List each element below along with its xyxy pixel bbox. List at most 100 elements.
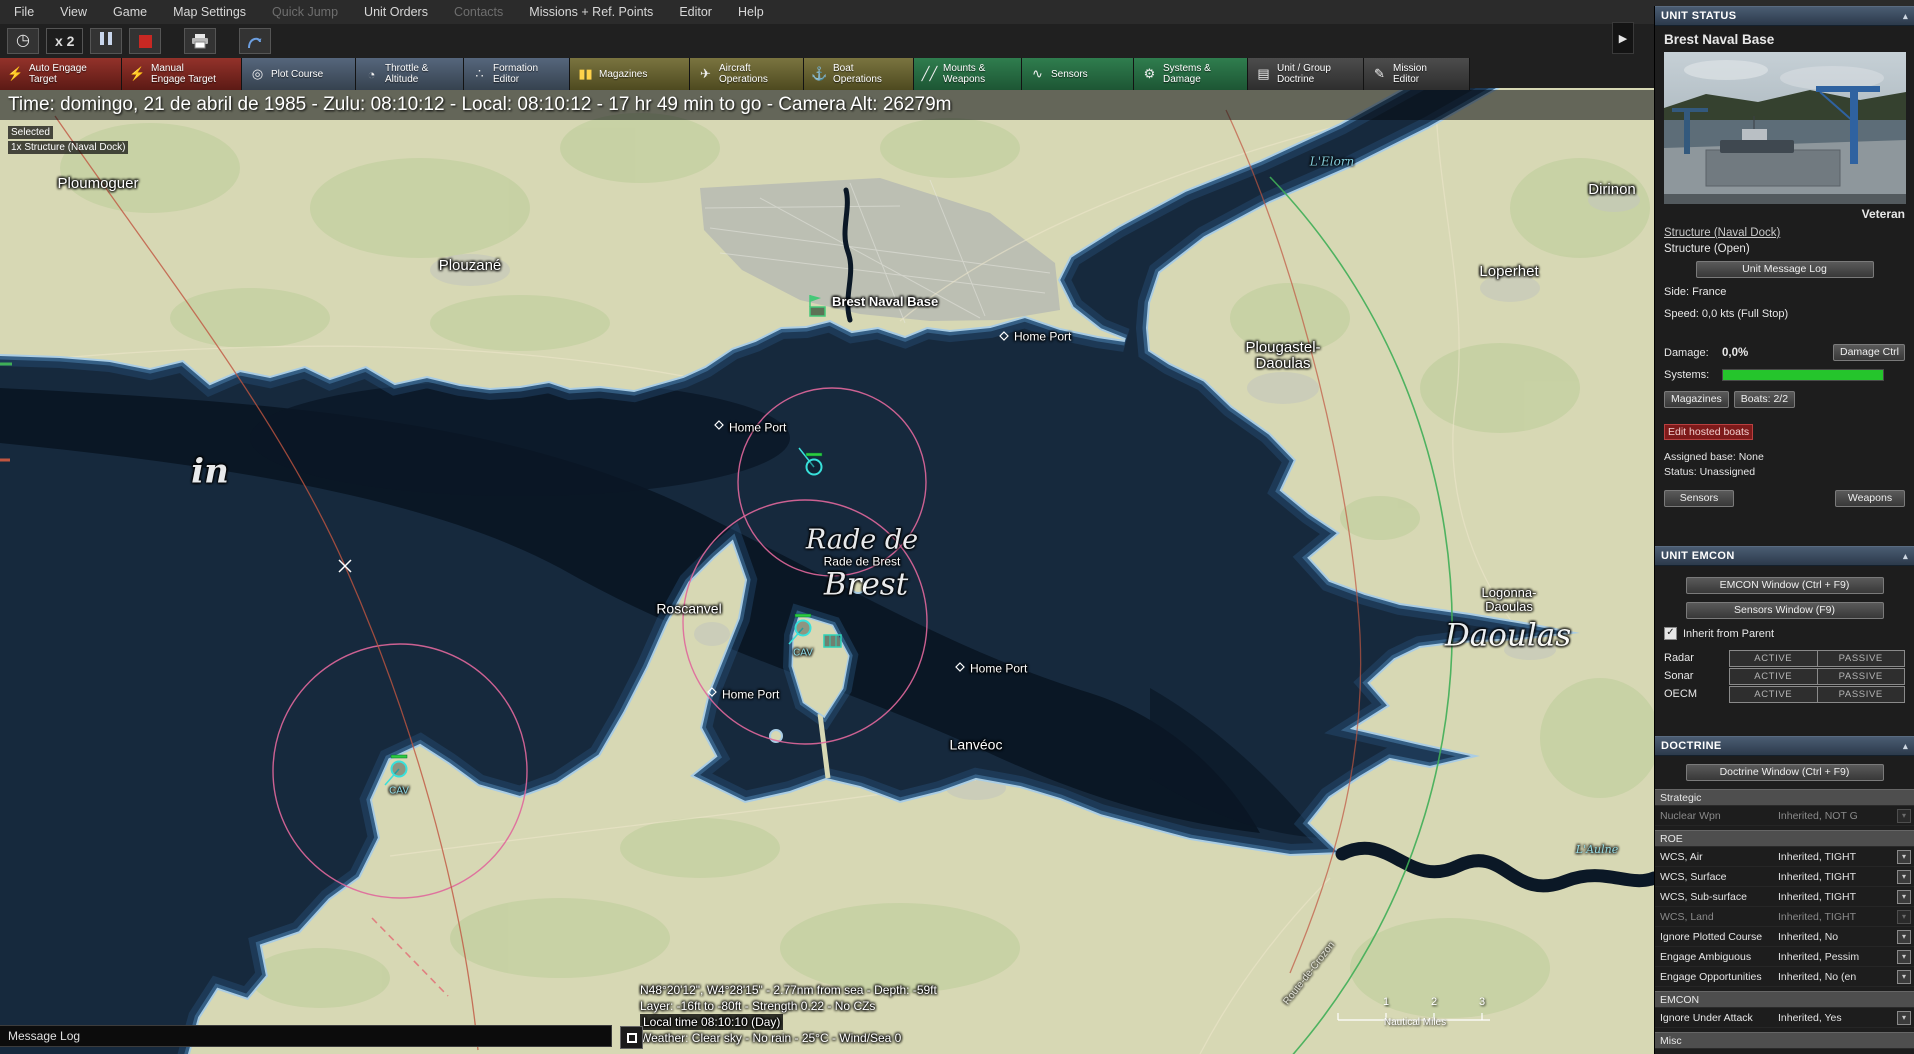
curved-arrow-icon <box>246 33 264 49</box>
unit-type-link[interactable]: Structure (Naval Dock) <box>1664 227 1780 239</box>
magazines-button[interactable]: ▮▮ Magazines <box>570 58 690 90</box>
dropdown-arrow-icon[interactable]: ▾ <box>1897 970 1911 984</box>
pause-button[interactable] <box>90 28 122 54</box>
collapse-chevron-icon[interactable]: ▴ <box>1903 11 1908 22</box>
menu-help[interactable]: Help <box>738 5 764 19</box>
doctrine-row-wcs-land: WCS, Land Inherited, TIGHT ▾ <box>1655 907 1914 927</box>
damage-value: 0,0% <box>1722 347 1748 359</box>
systems-health-bar <box>1722 369 1884 381</box>
radar-waves-icon: ∿ <box>1028 66 1047 82</box>
boats-button[interactable]: Boats: 2/2 <box>1734 391 1795 408</box>
doctrine-row-ignore-plotted-course: Ignore Plotted Course Inherited, No ▾ <box>1655 927 1914 947</box>
game-clock-button[interactable]: ◷ <box>7 28 39 54</box>
damage-ctrl-button[interactable]: Damage Ctrl <box>1833 344 1905 361</box>
print-button[interactable] <box>184 28 216 54</box>
unit-message-log-button[interactable]: Unit Message Log <box>1696 261 1874 278</box>
menu-view[interactable]: View <box>60 5 87 19</box>
dropdown-arrow-icon[interactable]: ▾ <box>1897 950 1911 964</box>
dropdown-arrow-icon[interactable]: ▾ <box>1897 870 1911 884</box>
manual-engage-target-button[interactable]: ⚡ ManualEngage Target <box>122 58 242 90</box>
gear-icon: ⚙ <box>1140 66 1159 82</box>
pause-icon <box>98 32 114 50</box>
naval-facility-icon[interactable] <box>824 635 841 647</box>
oecm-passive-button[interactable]: PASSIVE <box>1817 686 1906 703</box>
doctrine-section-strategic: Strategic <box>1655 789 1914 806</box>
inherit-from-parent-checkbox[interactable]: ✓ <box>1664 627 1677 640</box>
assignment-status: Status: Unassigned <box>1664 465 1905 480</box>
lightning-icon: ⚡ <box>6 66 25 82</box>
unit-group-doctrine-button[interactable]: ▤ Unit / GroupDoctrine <box>1248 58 1364 90</box>
edit-hosted-boats-link[interactable]: Edit hosted boats <box>1664 424 1753 440</box>
lightning-icon: ⚡ <box>128 66 147 82</box>
panel-expand-arrow-button[interactable]: ▶ <box>1612 22 1634 54</box>
sensors-button[interactable]: ∿ Sensors <box>1022 58 1134 90</box>
unit-status-header[interactable]: UNIT STATUS ▴ <box>1655 6 1914 26</box>
unit-speed: Speed: 0,0 kts (Full Stop) <box>1664 308 1905 320</box>
document-icon: ▤ <box>1254 66 1273 82</box>
menu-contacts: Contacts <box>454 5 503 19</box>
jump-to-button[interactable] <box>239 28 271 54</box>
menu-unit-orders[interactable]: Unit Orders <box>364 5 428 19</box>
weapons-panel-button[interactable]: Weapons <box>1835 490 1905 507</box>
throttle-altitude-button[interactable]: ◔ Throttle &Altitude <box>356 58 464 90</box>
menu-missions-ref-points[interactable]: Missions + Ref. Points <box>529 5 653 19</box>
command-app-window: File View Game Map Settings Quick Jump U… <box>0 0 1914 1054</box>
unit-emcon-header[interactable]: UNIT EMCON ▴ <box>1655 546 1914 566</box>
systems-label: Systems: <box>1664 369 1722 381</box>
collapse-chevron-icon[interactable]: ▴ <box>1903 551 1908 562</box>
aircraft-icon: ✈ <box>696 66 715 82</box>
doctrine-body: Doctrine Window (Ctrl + F9) Strategic Nu… <box>1655 756 1914 1049</box>
cursor-status-block: N48°20'12", W4°28'15" - 2.77nm from sea … <box>640 982 937 1046</box>
emcon-window-button[interactable]: EMCON Window (Ctrl + F9) <box>1686 577 1884 594</box>
magazines-panel-button[interactable]: Magazines <box>1664 391 1729 408</box>
layer-readout: Layer: -16ft to -80ft - Strength 0.22 - … <box>640 998 937 1014</box>
sensors-window-button[interactable]: Sensors Window (F9) <box>1686 602 1884 619</box>
menu-editor[interactable]: Editor <box>679 5 712 19</box>
gauge-icon: ◔ <box>362 67 381 82</box>
doctrine-header[interactable]: DOCTRINE ▴ <box>1655 736 1914 756</box>
anchor-icon: ⚓ <box>810 66 829 82</box>
collapse-chevron-icon[interactable]: ▴ <box>1903 741 1908 752</box>
doctrine-section-emcon: EMCON <box>1655 991 1914 1008</box>
stop-icon <box>139 35 152 48</box>
dropdown-arrow-icon[interactable]: ▾ <box>1897 890 1911 904</box>
formation-editor-button[interactable]: ∴ FormationEditor <box>464 58 570 90</box>
mission-editor-button[interactable]: ✎ MissionEditor <box>1364 58 1470 90</box>
dropdown-arrow-icon[interactable]: ▾ <box>1897 930 1911 944</box>
message-log-bar[interactable]: Message Log <box>0 1025 612 1047</box>
popout-window-icon <box>627 1033 637 1043</box>
sensors-panel-button[interactable]: Sensors <box>1664 490 1734 507</box>
sonar-active-button[interactable]: ACTIVE <box>1729 668 1818 685</box>
menu-map-settings[interactable]: Map Settings <box>173 5 246 19</box>
position-readout: N48°20'12", W4°28'15" - 2.77nm from sea … <box>640 982 937 998</box>
radar-passive-button[interactable]: PASSIVE <box>1817 650 1906 667</box>
sonar-passive-button[interactable]: PASSIVE <box>1817 668 1906 685</box>
weather-readout: Weather: Clear sky - No rain - 25°C - Wi… <box>640 1030 937 1046</box>
stop-button[interactable] <box>129 28 161 54</box>
aircraft-operations-button[interactable]: ✈ AircraftOperations <box>690 58 804 90</box>
menu-game[interactable]: Game <box>113 5 147 19</box>
mounts-weapons-button[interactable]: ╱╱ Mounts &Weapons <box>914 58 1022 90</box>
radar-active-button[interactable]: ACTIVE <box>1729 650 1818 667</box>
unit-emcon-header-label: UNIT EMCON <box>1661 550 1735 562</box>
dropdown-arrow-icon: ▾ <box>1897 809 1911 823</box>
inherit-from-parent-label: Inherit from Parent <box>1683 628 1774 640</box>
unit-status-body: Brest Naval Base <box>1655 26 1914 546</box>
oecm-active-button[interactable]: ACTIVE <box>1729 686 1818 703</box>
tactical-map[interactable]: Time: domingo, 21 de abril de 1985 - Zul… <box>0 88 1654 1054</box>
time-compression-button[interactable]: x 2 <box>46 28 83 54</box>
systems-damage-button[interactable]: ⚙ Systems &Damage <box>1134 58 1248 90</box>
menu-bar: File View Game Map Settings Quick Jump U… <box>0 0 1914 24</box>
doctrine-row-wcs-surface: WCS, Surface Inherited, TIGHT ▾ <box>1655 867 1914 887</box>
plot-course-button[interactable]: ◎ Plot Course <box>242 58 356 90</box>
message-log-popout-button[interactable] <box>620 1026 643 1049</box>
doctrine-section-misc: Misc <box>1655 1032 1914 1049</box>
menu-file[interactable]: File <box>14 5 34 19</box>
boat-operations-button[interactable]: ⚓ BoatOperations <box>804 58 914 90</box>
dropdown-arrow-icon[interactable]: ▾ <box>1897 850 1911 864</box>
auto-engage-target-button[interactable]: ⚡ Auto EngageTarget <box>0 58 122 90</box>
assigned-base: Assigned base: None <box>1664 450 1905 465</box>
doctrine-window-button[interactable]: Doctrine Window (Ctrl + F9) <box>1686 764 1884 781</box>
dropdown-arrow-icon[interactable]: ▾ <box>1897 1011 1911 1025</box>
scale-tick-label: 3 <box>1479 996 1485 1008</box>
